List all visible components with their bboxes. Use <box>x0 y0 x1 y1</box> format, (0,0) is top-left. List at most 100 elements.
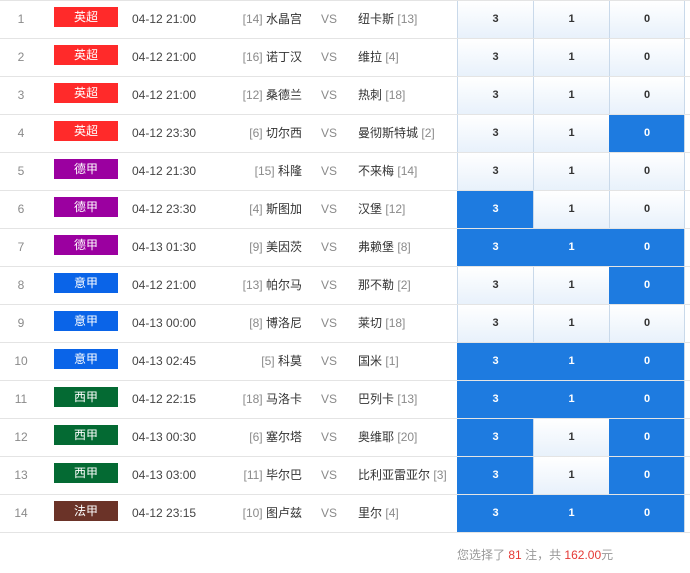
summary-count: 81 <box>508 548 522 562</box>
away-rank: [2] <box>421 126 435 140</box>
table-row: 3 英超 04-12 21:00 [12] 桑德兰 VS 热刺 [18] 3 1 0 <box>0 77 690 115</box>
bet-option-lose[interactable]: 0 <box>609 343 685 380</box>
vs-label: VS <box>320 278 337 292</box>
away-team-name: 里尔 <box>358 506 383 520</box>
bet-option-draw[interactable]: 1 <box>533 267 609 304</box>
match-table: 1 英超 04-12 21:00 [14] 水晶宫 VS 纽卡斯 [13] 3 1 0 2 英超 04… <box>0 0 690 536</box>
away-rank: [12] <box>385 202 406 216</box>
away-team-name: 不来梅 <box>358 164 395 178</box>
bet-option-draw[interactable]: 1 <box>533 229 609 266</box>
bet-option-draw[interactable]: 1 <box>533 39 609 76</box>
bet-option-lose[interactable]: 0 <box>609 495 685 532</box>
home-team-name: 斯图加 <box>265 202 302 216</box>
match-time: 04-12 23:30 <box>132 126 197 140</box>
summary-amount: 162.00 <box>564 548 602 562</box>
row-number: 11 <box>14 392 28 406</box>
bet-option-draw[interactable]: 1 <box>533 77 609 114</box>
bet-option-draw[interactable]: 1 <box>533 495 609 532</box>
home-team-name: 博洛尼 <box>265 316 302 330</box>
bet-option-win[interactable]: 3 <box>457 457 533 494</box>
bet-option-lose[interactable]: 0 <box>609 267 685 304</box>
bet-option-lose[interactable]: 0 <box>609 153 685 190</box>
home-team-name: 帕尔马 <box>265 278 302 292</box>
league-badge: 英超 <box>54 45 118 65</box>
bet-option-lose[interactable]: 0 <box>609 305 685 342</box>
bet-option-win[interactable]: 3 <box>457 305 533 342</box>
bet-option-draw[interactable]: 1 <box>533 115 609 152</box>
away-team-name: 纽卡斯 <box>358 12 395 26</box>
away-team: 纽卡斯 [13] <box>358 1 458 38</box>
bet-option-win[interactable]: 3 <box>457 191 533 228</box>
bet-option-draw[interactable]: 1 <box>533 381 609 418</box>
bet-option-win[interactable]: 3 <box>457 153 533 190</box>
match-time: 04-12 21:30 <box>132 164 197 178</box>
home-team: [10] 图卢兹 <box>222 495 302 532</box>
vs-label: VS <box>320 88 337 102</box>
home-rank: [14] <box>242 12 263 26</box>
summary-prefix: 您选择了 <box>457 548 506 562</box>
vs-label: VS <box>320 468 337 482</box>
bet-option-win[interactable]: 3 <box>457 1 533 38</box>
home-team-name: 毕尔巴 <box>265 468 302 482</box>
vs-label: VS <box>320 392 337 406</box>
bet-option-lose[interactable]: 0 <box>609 229 685 266</box>
away-rank: [13] <box>397 12 418 26</box>
row-number: 7 <box>17 240 25 254</box>
bet-option-lose[interactable]: 0 <box>609 1 685 38</box>
bet-option-draw[interactable]: 1 <box>533 419 609 456</box>
bet-option-lose[interactable]: 0 <box>609 77 685 114</box>
home-team: [9] 美因茨 <box>222 229 302 266</box>
row-number: 13 <box>14 468 28 482</box>
away-team: 热刺 [18] <box>358 77 458 114</box>
away-team: 里尔 [4] <box>358 495 458 532</box>
league-badge: 英超 <box>54 83 118 103</box>
bet-option-draw[interactable]: 1 <box>533 191 609 228</box>
bet-option-lose[interactable]: 0 <box>609 419 685 456</box>
table-row: 7 德甲 04-13 01:30 [9] 美因茨 VS 弗赖堡 [8] 3 1 0 <box>0 229 690 267</box>
home-team: [4] 斯图加 <box>222 191 302 228</box>
table-row: 6 德甲 04-12 23:30 [4] 斯图加 VS 汉堡 [12] 3 1 0 <box>0 191 690 229</box>
bet-option-lose[interactable]: 0 <box>609 381 685 418</box>
away-team: 维拉 [4] <box>358 39 458 76</box>
away-team: 奥维耶 [20] <box>358 419 458 456</box>
row-number: 1 <box>17 12 25 26</box>
home-rank: [13] <box>242 278 263 292</box>
bet-option-draw[interactable]: 1 <box>533 1 609 38</box>
away-rank: [1] <box>385 354 399 368</box>
match-time: 04-13 01:30 <box>132 240 197 254</box>
bet-option-lose[interactable]: 0 <box>609 457 685 494</box>
row-number: 6 <box>17 202 25 216</box>
bet-option-draw[interactable]: 1 <box>533 343 609 380</box>
bet-option-win[interactable]: 3 <box>457 115 533 152</box>
bet-option-win[interactable]: 3 <box>457 381 533 418</box>
home-team: [6] 切尔西 <box>222 115 302 152</box>
bet-option-win[interactable]: 3 <box>457 77 533 114</box>
bet-option-lose[interactable]: 0 <box>609 115 685 152</box>
match-time: 04-13 02:45 <box>132 354 197 368</box>
league-badge: 英超 <box>54 7 118 27</box>
league-badge: 德甲 <box>54 235 118 255</box>
away-team-name: 热刺 <box>358 88 383 102</box>
bet-option-lose[interactable]: 0 <box>609 39 685 76</box>
table-row: 12 西甲 04-13 00:30 [6] 塞尔塔 VS 奥维耶 [20] 3 1 0 <box>0 419 690 457</box>
selection-summary: 您选择了 81 注，共 162.00元 <box>457 546 613 563</box>
bet-option-lose[interactable]: 0 <box>609 191 685 228</box>
bet-option-draw[interactable]: 1 <box>533 305 609 342</box>
bet-option-draw[interactable]: 1 <box>533 457 609 494</box>
bet-option-win[interactable]: 3 <box>457 39 533 76</box>
league-badge: 意甲 <box>54 349 118 369</box>
bet-option-win[interactable]: 3 <box>457 495 533 532</box>
bet-option-win[interactable]: 3 <box>457 267 533 304</box>
vs-label: VS <box>320 430 337 444</box>
away-team: 不来梅 [14] <box>358 153 458 190</box>
bet-option-win[interactable]: 3 <box>457 229 533 266</box>
match-time: 04-12 21:00 <box>132 88 197 102</box>
bet-option-draw[interactable]: 1 <box>533 153 609 190</box>
bet-option-win[interactable]: 3 <box>457 419 533 456</box>
match-time: 04-12 21:00 <box>132 12 197 26</box>
home-team: [6] 塞尔塔 <box>222 419 302 456</box>
home-team-name: 科隆 <box>277 164 302 178</box>
summary-middle: 注，共 <box>525 548 562 562</box>
bet-option-win[interactable]: 3 <box>457 343 533 380</box>
home-rank: [16] <box>242 50 263 64</box>
